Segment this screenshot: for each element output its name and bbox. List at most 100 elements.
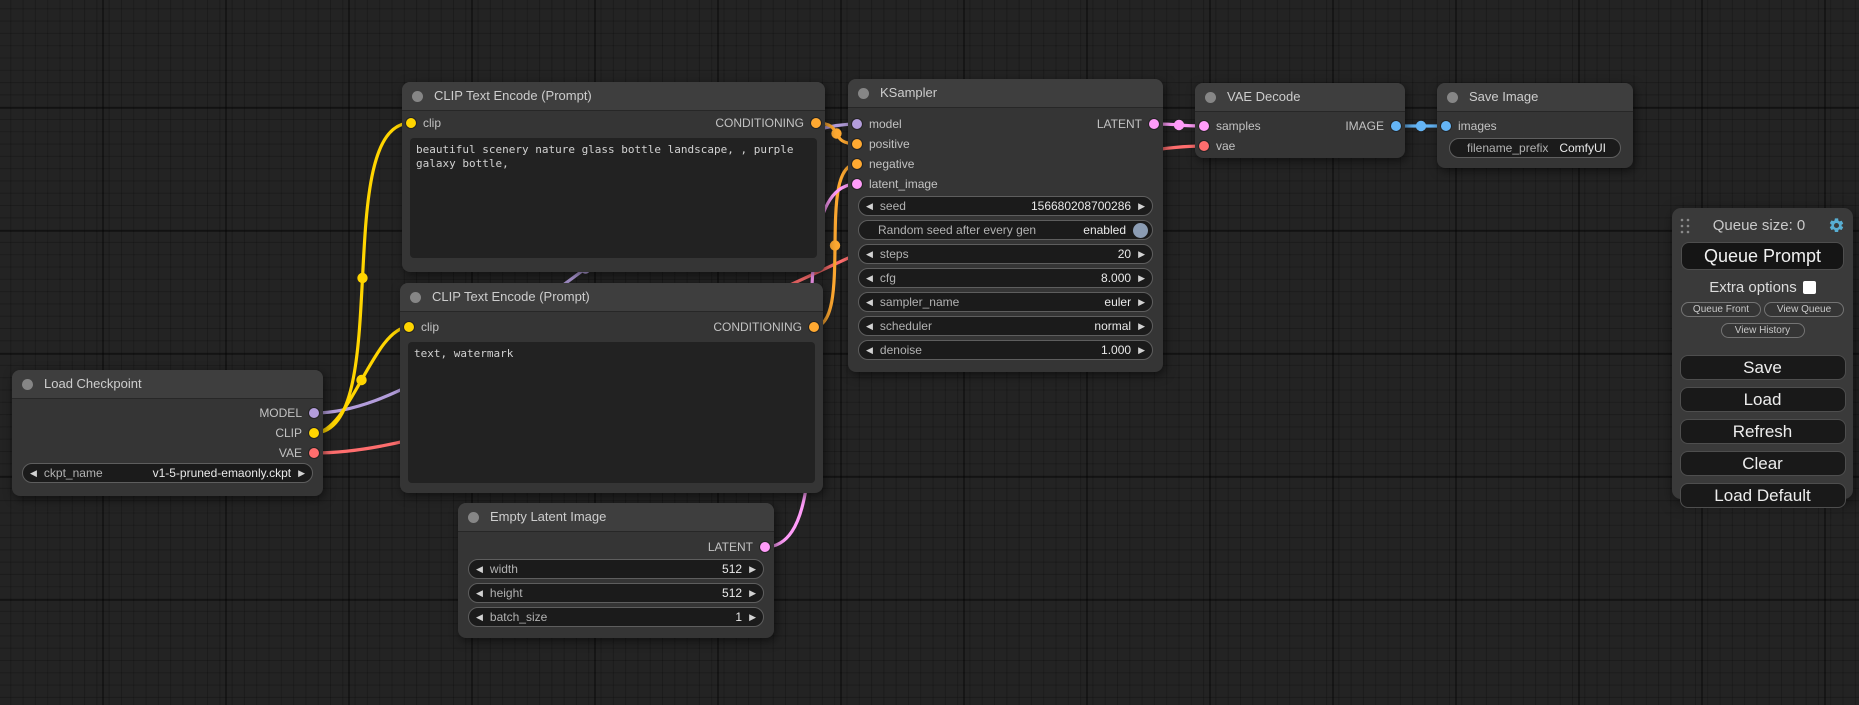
- widget-label: batch_size: [490, 610, 547, 624]
- widget-random-seed-toggle[interactable]: Random seed after every gen enabled: [858, 220, 1153, 240]
- widget-seed[interactable]: ◀ seed 156680208700286 ▶: [858, 196, 1153, 216]
- node-title-bar[interactable]: Load Checkpoint: [12, 370, 323, 398]
- widget-label: scheduler: [880, 319, 932, 333]
- save-button[interactable]: Save: [1680, 355, 1846, 380]
- widget-height[interactable]: ◀ height 512 ▶: [468, 583, 764, 603]
- widget-label: denoise: [880, 343, 922, 357]
- output-port-latent[interactable]: [1149, 119, 1159, 129]
- collapse-dot-icon[interactable]: [858, 88, 869, 99]
- increment-arrow-icon[interactable]: ▶: [1138, 316, 1145, 336]
- port-label-clip: CLIP: [275, 423, 302, 443]
- node-clip-text-encode-positive[interactable]: CLIP Text Encode (Prompt) clip CONDITION…: [402, 82, 825, 272]
- node-ksampler[interactable]: KSampler model LATENT positive negative …: [848, 79, 1163, 372]
- port-label-conditioning: CONDITIONING: [713, 317, 802, 337]
- node-vae-decode[interactable]: VAE Decode samples IMAGE vae: [1195, 83, 1405, 158]
- node-title-bar[interactable]: Save Image: [1437, 83, 1633, 111]
- load-button[interactable]: Load: [1680, 387, 1846, 412]
- increment-arrow-icon[interactable]: ▶: [298, 463, 305, 483]
- widget-denoise[interactable]: ◀ denoise 1.000 ▶: [858, 340, 1153, 360]
- widget-value: 1.000: [1101, 343, 1131, 357]
- input-port-negative[interactable]: [852, 159, 862, 169]
- prompt-textarea[interactable]: beautiful scenery nature glass bottle la…: [410, 138, 817, 258]
- port-label-negative: negative: [869, 154, 914, 174]
- node-empty-latent-image[interactable]: Empty Latent Image LATENT ◀ width 512 ▶ …: [458, 503, 774, 638]
- node-title-bar[interactable]: Empty Latent Image: [458, 503, 774, 531]
- queue-prompt-button[interactable]: Queue Prompt: [1681, 242, 1844, 270]
- increment-arrow-icon[interactable]: ▶: [1138, 244, 1145, 264]
- collapse-dot-icon[interactable]: [1447, 92, 1458, 103]
- widget-batch-size[interactable]: ◀ batch_size 1 ▶: [468, 607, 764, 627]
- widget-cfg[interactable]: ◀ cfg 8.000 ▶: [858, 268, 1153, 288]
- widget-width[interactable]: ◀ width 512 ▶: [468, 559, 764, 579]
- input-port-vae[interactable]: [1199, 141, 1209, 151]
- decrement-arrow-icon[interactable]: ◀: [866, 340, 873, 360]
- output-port-conditioning[interactable]: [809, 322, 819, 332]
- node-title-label: Empty Latent Image: [490, 509, 606, 524]
- collapse-dot-icon[interactable]: [410, 292, 421, 303]
- increment-arrow-icon[interactable]: ▶: [749, 607, 756, 627]
- increment-arrow-icon[interactable]: ▶: [749, 559, 756, 579]
- node-clip-text-encode-negative[interactable]: CLIP Text Encode (Prompt) clip CONDITION…: [400, 283, 823, 493]
- input-port-clip[interactable]: [406, 118, 416, 128]
- node-title-bar[interactable]: KSampler: [848, 79, 1163, 107]
- port-label-vae: VAE: [279, 443, 302, 463]
- increment-arrow-icon[interactable]: ▶: [749, 583, 756, 603]
- input-port-model[interactable]: [852, 119, 862, 129]
- decrement-arrow-icon[interactable]: ◀: [866, 196, 873, 216]
- output-port-vae[interactable]: [309, 448, 319, 458]
- input-port-clip[interactable]: [404, 322, 414, 332]
- decrement-arrow-icon[interactable]: ◀: [476, 607, 483, 627]
- widget-value: 20: [1118, 247, 1131, 261]
- view-history-button[interactable]: View History: [1721, 323, 1805, 338]
- clear-button[interactable]: Clear: [1680, 451, 1846, 476]
- decrement-arrow-icon[interactable]: ◀: [30, 463, 37, 483]
- node-title-bar[interactable]: VAE Decode: [1195, 83, 1405, 111]
- node-title-label: KSampler: [880, 85, 937, 100]
- decrement-arrow-icon[interactable]: ◀: [476, 583, 483, 603]
- widget-sampler-name[interactable]: ◀ sampler_name euler ▶: [858, 292, 1153, 312]
- output-port-latent[interactable]: [760, 542, 770, 552]
- input-port-images[interactable]: [1441, 121, 1451, 131]
- input-port-latent-image[interactable]: [852, 179, 862, 189]
- decrement-arrow-icon[interactable]: ◀: [476, 559, 483, 579]
- refresh-button[interactable]: Refresh: [1680, 419, 1846, 444]
- view-queue-button[interactable]: View Queue: [1764, 302, 1844, 317]
- decrement-arrow-icon[interactable]: ◀: [866, 316, 873, 336]
- input-port-samples[interactable]: [1199, 121, 1209, 131]
- extra-options-checkbox[interactable]: [1803, 281, 1816, 294]
- collapse-dot-icon[interactable]: [1205, 92, 1216, 103]
- node-load-checkpoint[interactable]: Load Checkpoint MODEL CLIP VAE ◀ ckpt_na…: [12, 370, 323, 496]
- increment-arrow-icon[interactable]: ▶: [1138, 292, 1145, 312]
- widget-label: cfg: [880, 271, 896, 285]
- node-graph-canvas[interactable]: Load Checkpoint MODEL CLIP VAE ◀ ckpt_na…: [0, 0, 1859, 705]
- port-label-clip: clip: [423, 113, 441, 133]
- node-save-image[interactable]: Save Image images filename_prefix ComfyU…: [1437, 83, 1633, 168]
- node-title-bar[interactable]: CLIP Text Encode (Prompt): [400, 283, 823, 311]
- settings-gear-icon[interactable]: [1828, 217, 1845, 234]
- decrement-arrow-icon[interactable]: ◀: [866, 244, 873, 264]
- collapse-dot-icon[interactable]: [412, 91, 423, 102]
- increment-arrow-icon[interactable]: ▶: [1138, 340, 1145, 360]
- drag-handle-icon[interactable]: [1680, 218, 1690, 234]
- node-title-bar[interactable]: CLIP Text Encode (Prompt): [402, 82, 825, 110]
- output-port-conditioning[interactable]: [811, 118, 821, 128]
- widget-steps[interactable]: ◀ steps 20 ▶: [858, 244, 1153, 264]
- input-port-positive[interactable]: [852, 139, 862, 149]
- output-port-image[interactable]: [1391, 121, 1401, 131]
- load-default-button[interactable]: Load Default: [1680, 483, 1846, 508]
- output-port-clip[interactable]: [309, 428, 319, 438]
- increment-arrow-icon[interactable]: ▶: [1138, 268, 1145, 288]
- prompt-textarea[interactable]: text, watermark: [408, 342, 815, 483]
- collapse-dot-icon[interactable]: [468, 512, 479, 523]
- queue-front-button[interactable]: Queue Front: [1681, 302, 1761, 317]
- port-label-clip: clip: [421, 317, 439, 337]
- toggle-circle-icon[interactable]: [1133, 223, 1148, 238]
- output-port-model[interactable]: [309, 408, 319, 418]
- widget-ckpt-name[interactable]: ◀ ckpt_name v1-5-pruned-emaonly.ckpt ▶: [22, 463, 313, 483]
- collapse-dot-icon[interactable]: [22, 379, 33, 390]
- decrement-arrow-icon[interactable]: ◀: [866, 292, 873, 312]
- decrement-arrow-icon[interactable]: ◀: [866, 268, 873, 288]
- widget-filename-prefix[interactable]: filename_prefix ComfyUI: [1449, 138, 1621, 158]
- increment-arrow-icon[interactable]: ▶: [1138, 196, 1145, 216]
- widget-scheduler[interactable]: ◀ scheduler normal ▶: [858, 316, 1153, 336]
